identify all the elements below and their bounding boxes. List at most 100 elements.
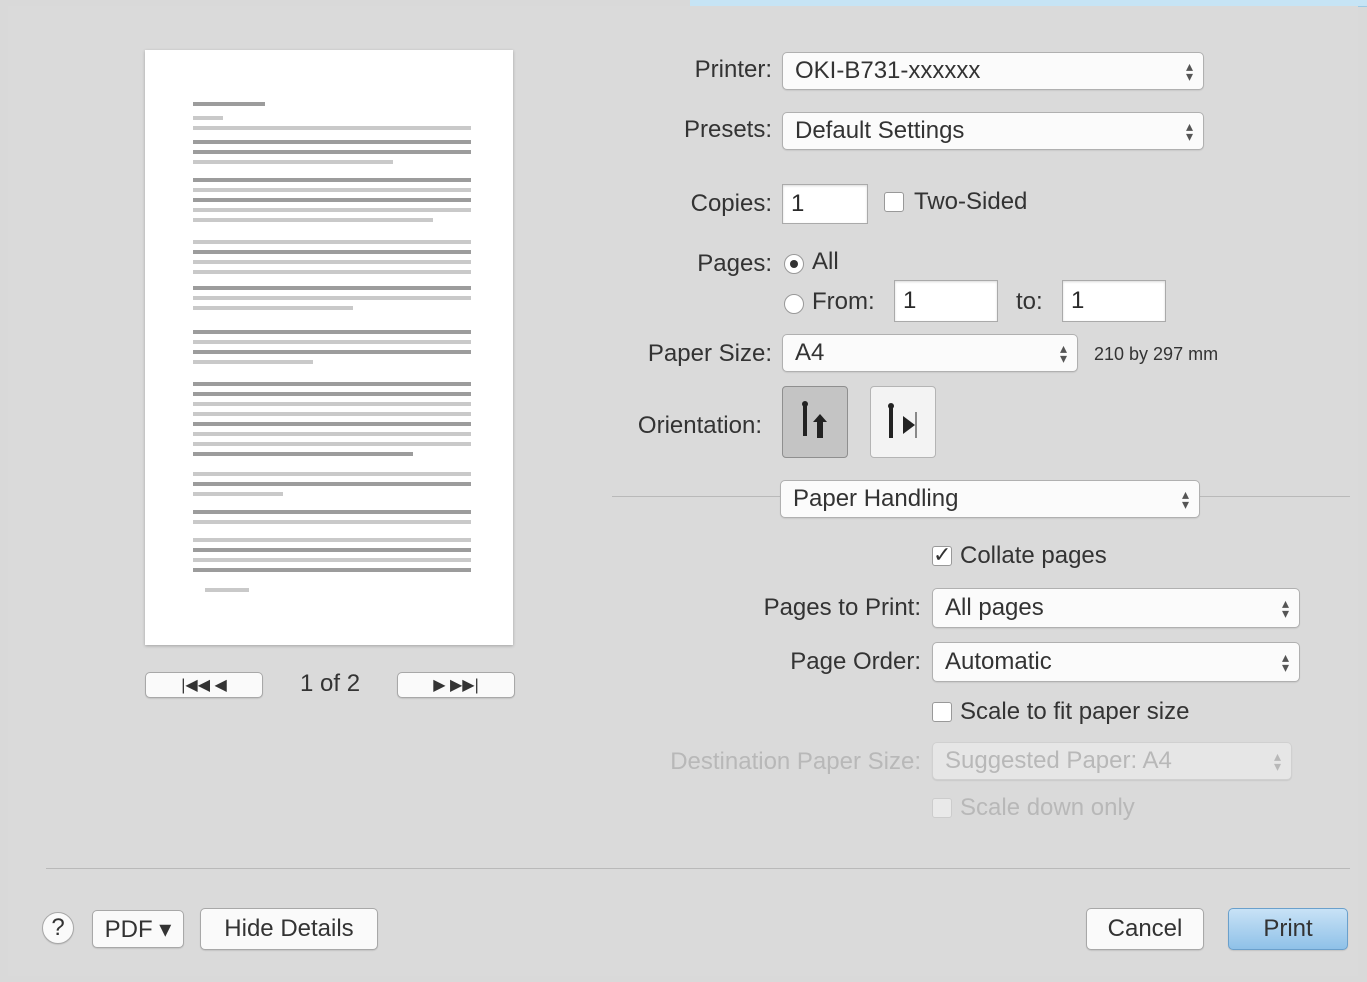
- preview-text-line: [193, 160, 393, 164]
- preview-text-line: [193, 392, 471, 396]
- hide-details-button[interactable]: Hide Details: [200, 908, 378, 950]
- preview-text-line: [193, 382, 471, 386]
- preview-page-indicator: 1 of 2: [300, 670, 361, 697]
- page-order-value: Automatic: [945, 648, 1052, 675]
- section-popup-value: Paper Handling: [793, 485, 959, 512]
- destination-paper-size-popup[interactable]: Suggested Paper: A4 ▴ ▾: [932, 742, 1292, 780]
- preview-text-line: [193, 240, 471, 244]
- pages-from-radio[interactable]: [784, 294, 804, 314]
- paper-size-popup[interactable]: A4 ▴ ▾: [782, 334, 1078, 372]
- preview-text-line: [193, 442, 471, 446]
- pages-to-print-value: All pages: [945, 594, 1044, 621]
- printer-popup[interactable]: OKI-B731-xxxxxx ▴ ▾: [782, 52, 1204, 90]
- portrait-orientation-icon: [802, 401, 827, 438]
- updown-arrows-icon: ▴ ▾: [1185, 58, 1193, 84]
- preview-text-line: [193, 270, 471, 274]
- preview-text-line: [193, 286, 471, 290]
- preview-next-last-button[interactable]: ▶ ▶▶|: [397, 672, 515, 698]
- preview-text-line: [193, 340, 471, 344]
- preview-text-line: [193, 140, 471, 144]
- preview-text-line: [193, 250, 471, 254]
- preview-text-line: [193, 510, 471, 514]
- orientation-label: Orientation:: [637, 412, 762, 439]
- preview-text-line: [193, 422, 471, 426]
- updown-arrows-icon: ▴ ▾: [1059, 340, 1067, 366]
- scale-to-fit-checkbox[interactable]: [932, 702, 952, 722]
- collate-label: Collate pages: [960, 542, 1107, 569]
- preview-text-line: [193, 402, 471, 406]
- presets-popup[interactable]: Default Settings ▴ ▾: [782, 112, 1204, 150]
- preview-text-line: [193, 296, 471, 300]
- pages-to-print-label: Pages to Print:: [763, 594, 921, 621]
- section-separator-left: [612, 496, 780, 497]
- preview-text-line: [193, 306, 353, 310]
- preview-text-line: [193, 452, 413, 456]
- pages-to-print-popup[interactable]: All pages ▴ ▾: [932, 588, 1300, 628]
- destination-paper-size-label: Destination Paper Size:: [670, 748, 921, 775]
- preview-text-line: [193, 116, 223, 120]
- print-button[interactable]: Print: [1228, 908, 1348, 950]
- landscape-orientation-button[interactable]: [870, 386, 936, 458]
- preview-text-line: [193, 412, 471, 416]
- updown-arrows-icon: ▴ ▾: [1185, 118, 1193, 144]
- cancel-button[interactable]: Cancel: [1086, 908, 1204, 950]
- preview-text-line: [193, 520, 471, 524]
- paper-size-dimensions: 210 by 297 mm: [1094, 344, 1219, 364]
- preview-text-line: [193, 208, 471, 212]
- preview-text-line: [205, 588, 249, 592]
- preview-text-line: [193, 218, 433, 222]
- page-order-popup[interactable]: Automatic ▴ ▾: [932, 642, 1300, 682]
- section-separator-right: [1200, 496, 1350, 497]
- two-sided-checkbox[interactable]: [884, 192, 904, 212]
- preview-text-line: [193, 482, 471, 486]
- pages-to-field[interactable]: 1: [1062, 280, 1166, 322]
- collate-checkbox[interactable]: ✓: [932, 544, 952, 566]
- preview-text-line: [193, 198, 471, 202]
- printer-value: OKI-B731-xxxxxx: [795, 57, 981, 84]
- preview-text-line: [193, 330, 471, 334]
- presets-label: Presets:: [683, 116, 772, 143]
- landscape-orientation-icon: [888, 403, 917, 438]
- updown-arrows-icon: ▴ ▾: [1273, 748, 1281, 774]
- pdf-menu-button[interactable]: PDF ▾: [92, 910, 184, 948]
- pages-from-field[interactable]: 1: [894, 280, 998, 322]
- updown-arrows-icon: ▴ ▾: [1181, 486, 1189, 512]
- preview-text-line: [193, 568, 471, 572]
- scale-down-only-checkbox[interactable]: [932, 798, 952, 818]
- preview-text-line: [193, 432, 471, 436]
- destination-paper-size-value: Suggested Paper: A4: [945, 747, 1172, 774]
- portrait-orientation-button[interactable]: [782, 386, 848, 458]
- preview-text-line: [193, 126, 471, 130]
- pages-all-label: All: [812, 248, 839, 275]
- preview-text-line: [193, 150, 471, 154]
- preview-text-line: [193, 548, 471, 552]
- scale-to-fit-label: Scale to fit paper size: [960, 698, 1190, 725]
- preview-text-line: [193, 350, 471, 354]
- preview-text-line: [193, 538, 471, 542]
- preview-text-line: [193, 492, 283, 496]
- pages-from-label: From:: [812, 288, 875, 315]
- scale-down-only-label: Scale down only: [960, 794, 1135, 821]
- section-popup[interactable]: Paper Handling ▴ ▾: [780, 480, 1200, 518]
- pages-all-radio[interactable]: [784, 254, 804, 274]
- pages-to-label: to:: [1016, 288, 1043, 315]
- help-button[interactable]: ?: [42, 912, 74, 944]
- page-order-label: Page Order:: [790, 648, 921, 675]
- updown-arrows-icon: ▴ ▾: [1281, 649, 1289, 675]
- preview-text-line: [193, 178, 471, 182]
- updown-arrows-icon: ▴ ▾: [1281, 595, 1289, 621]
- preview-text-line: [193, 472, 471, 476]
- presets-value: Default Settings: [795, 117, 965, 144]
- paper-size-label: Paper Size:: [647, 340, 772, 367]
- copies-label: Copies:: [690, 190, 772, 217]
- preview-first-prev-button[interactable]: |◀◀ ◀: [145, 672, 263, 698]
- pages-label: Pages:: [697, 250, 772, 277]
- page-preview: [145, 50, 513, 645]
- printer-label: Printer:: [694, 56, 772, 83]
- preview-text-line: [193, 558, 471, 562]
- paper-size-value: A4: [795, 339, 825, 366]
- preview-text-line: [193, 188, 471, 192]
- copies-field[interactable]: 1: [782, 184, 868, 224]
- two-sided-label: Two-Sided: [914, 188, 1028, 215]
- footer-separator: [46, 868, 1350, 869]
